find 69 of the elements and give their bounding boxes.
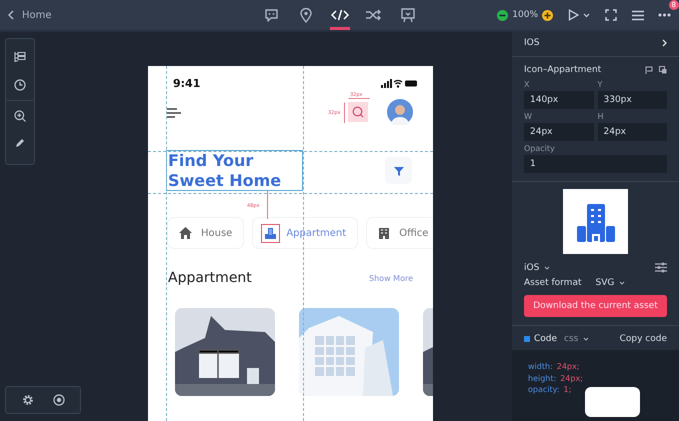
category-chip[interactable]: House <box>168 218 244 248</box>
input-field[interactable]: 24px <box>524 123 594 141</box>
office-building-icon <box>378 227 390 239</box>
square-icon <box>524 336 530 342</box>
zoom-in-icon[interactable] <box>542 10 553 20</box>
settings-icon[interactable] <box>22 394 34 406</box>
menu-icon[interactable] <box>167 108 181 118</box>
fullscreen-icon[interactable] <box>605 9 617 21</box>
layer-name: Icon–Appartment <box>524 65 602 75</box>
status-time: 9:41 <box>173 77 200 90</box>
copy-code-button[interactable]: Copy code <box>620 334 667 344</box>
caret-icon <box>544 266 550 270</box>
back-button[interactable]: Home <box>8 10 52 20</box>
code-value: 24px; <box>560 372 583 384</box>
chevron-right-icon[interactable] <box>662 39 667 47</box>
category-chip[interactable]: Office <box>367 218 433 248</box>
caret-icon <box>619 281 626 285</box>
popup-card <box>585 387 640 417</box>
language-select[interactable]: css <box>564 334 590 344</box>
code-value: 1; <box>563 384 572 396</box>
platform-label: IOS <box>524 38 540 48</box>
status-icons-drawing <box>381 79 417 88</box>
format-select[interactable]: SVG <box>596 278 626 288</box>
code-property: height: <box>528 372 556 384</box>
copy-icon[interactable] <box>659 66 667 74</box>
clock-icon[interactable] <box>14 79 26 91</box>
field-label: Opacity <box>524 144 556 153</box>
presentation-icon <box>400 8 414 22</box>
asset-format-label: Asset format <box>524 278 582 288</box>
input-field[interactable]: 330px <box>598 91 667 109</box>
input-field[interactable]: 1 <box>524 155 667 173</box>
code-icon <box>330 9 348 21</box>
input-field[interactable]: 140px <box>524 91 594 109</box>
code-label: Code <box>534 334 558 344</box>
zoom-icon[interactable] <box>14 110 26 122</box>
filter-button[interactable] <box>385 157 412 184</box>
zoom-out-icon[interactable] <box>497 10 508 20</box>
search-icon <box>352 106 364 118</box>
code-property: width: <box>528 361 553 372</box>
measure-line <box>266 191 269 219</box>
back-icon <box>8 10 15 20</box>
field-label: X <box>524 80 530 89</box>
building-icon <box>576 202 616 242</box>
play-icon[interactable] <box>568 9 579 21</box>
caret-icon <box>583 337 590 341</box>
target-icon[interactable] <box>53 394 65 406</box>
input-field[interactable]: 24px <box>598 123 667 141</box>
house-icon <box>179 227 192 239</box>
zoom-level: 100% <box>512 10 538 20</box>
field-label: W <box>524 112 533 121</box>
filter-icon <box>394 166 404 176</box>
platform-select[interactable]: iOS <box>524 262 550 272</box>
code-value: 24px; <box>556 361 580 372</box>
shuffle-icon <box>365 9 382 21</box>
layers-icon[interactable] <box>14 51 26 63</box>
section-title: Appartment <box>168 270 252 286</box>
caret-icon[interactable] <box>583 12 590 18</box>
measure-line <box>344 98 370 123</box>
pen-icon[interactable] <box>15 138 25 148</box>
more-icon[interactable] <box>658 13 671 17</box>
flag-icon[interactable] <box>645 66 653 74</box>
chat-icon <box>264 8 279 22</box>
sliders-icon[interactable] <box>655 262 667 273</box>
search-button[interactable] <box>348 102 368 122</box>
field-label: Y <box>598 80 604 89</box>
headline: Find Your Sweet Home <box>166 150 303 191</box>
code-property: opacity: <box>528 384 560 396</box>
field-label: H <box>598 112 605 121</box>
location-pin-icon <box>300 8 312 22</box>
